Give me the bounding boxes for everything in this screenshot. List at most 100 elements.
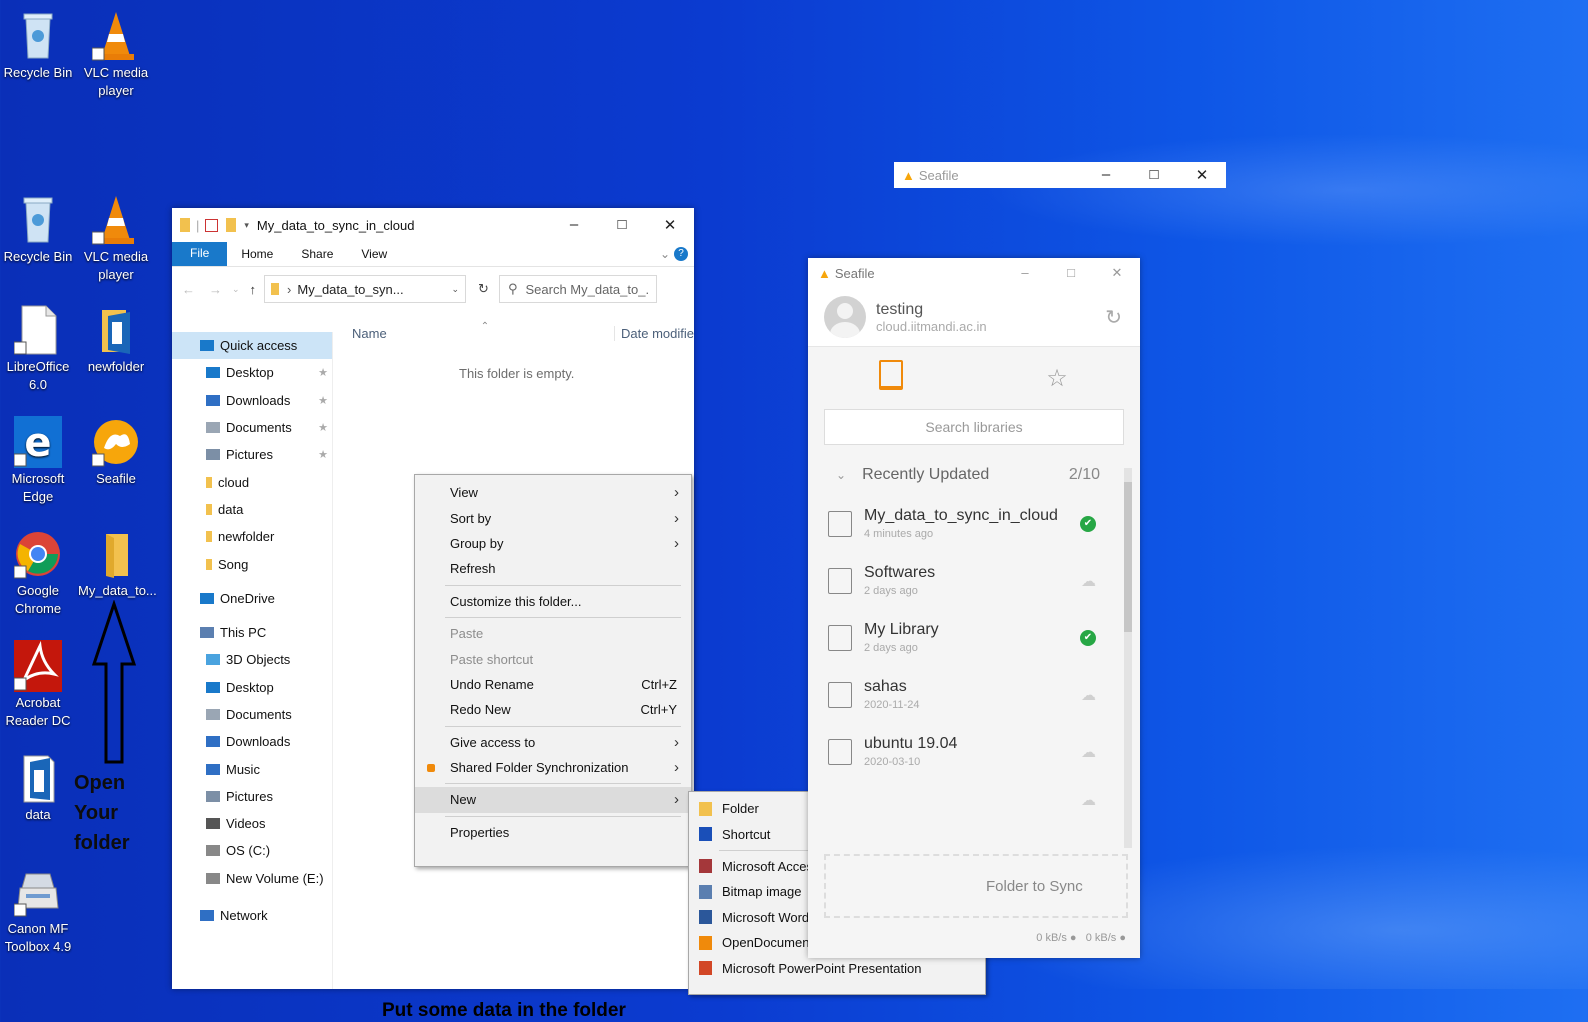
nav-item[interactable]: Downloads ★ <box>172 387 332 414</box>
nav-item[interactable]: Documents <box>172 701 332 728</box>
nav-item[interactable]: OneDrive <box>172 585 332 612</box>
seafile-window[interactable]: ▲ Seafile – □ ✕ testing cloud.iitmandi.a… <box>808 258 1140 958</box>
library-item[interactable]: My_data_to_sync_in_cloud 4 minutes ago ✔ <box>808 495 1140 552</box>
desktop-icon-vlc-2[interactable]: VLC media player <box>78 194 154 284</box>
scrollbar-thumb[interactable] <box>1124 482 1132 632</box>
tab-home[interactable]: Home <box>227 247 287 261</box>
close-button[interactable]: ✕ <box>1094 265 1140 281</box>
maximize-button[interactable]: □ <box>1048 265 1094 281</box>
up-icon[interactable]: ↑ <box>250 282 257 297</box>
pin-icon[interactable]: ★ <box>318 448 328 461</box>
tab-view[interactable]: View <box>347 247 401 261</box>
menu-item[interactable]: Sort by › <box>415 505 691 530</box>
nav-item[interactable]: Quick access <box>172 332 332 360</box>
cloud-icon[interactable]: ☁ <box>1081 743 1096 761</box>
menu-item[interactable]: Group by › <box>415 531 691 556</box>
menu-item[interactable]: New › <box>415 787 691 813</box>
desktop-icon-chrome[interactable]: Google Chrome <box>0 528 76 618</box>
maximize-button[interactable]: □ <box>1130 166 1178 184</box>
help-icon[interactable]: ? <box>674 247 688 261</box>
column-date-modified[interactable]: Date modifie <box>614 325 694 341</box>
expand-ribbon-icon[interactable]: ⌄ <box>656 247 674 261</box>
nav-item[interactable]: Downloads <box>172 728 332 755</box>
nav-item[interactable]: This PC <box>172 619 332 646</box>
nav-item[interactable]: 3D Objects <box>172 646 332 673</box>
nav-item[interactable]: Music <box>172 755 332 782</box>
sync-refresh-icon[interactable]: ↻ <box>1105 305 1122 330</box>
desktop-icon-vlc[interactable]: VLC media player <box>78 10 154 100</box>
pin-icon[interactable]: ★ <box>318 394 328 407</box>
cloud-icon[interactable]: ☁ <box>1081 686 1096 704</box>
quick-access-toolbar-dropdown[interactable]: ▾ <box>244 220 249 231</box>
submenu-item[interactable]: Microsoft PowerPoint Presentation <box>689 955 985 980</box>
tab-share[interactable]: Share <box>287 247 347 261</box>
tab-file[interactable]: File <box>172 242 228 266</box>
menu-item[interactable]: Properties <box>415 820 691 845</box>
minimize-button[interactable]: – <box>1082 166 1130 184</box>
nav-item[interactable]: Desktop <box>172 674 332 701</box>
cloud-icon[interactable]: ☁ <box>1081 572 1096 590</box>
account-panel[interactable]: testing cloud.iitmandi.ac.in ↻ <box>808 288 1140 347</box>
maximize-button[interactable]: □ <box>598 216 646 234</box>
synced-cloud-icon[interactable]: ✔ <box>1080 629 1096 646</box>
library-item[interactable]: sahas 2020-11-24 ☁ <box>808 666 1140 723</box>
nav-item[interactable]: Song <box>172 550 332 577</box>
menu-item[interactable]: Undo Rename Ctrl+Z <box>415 672 691 697</box>
desktop-icon-my-data-folder[interactable]: My_data_to... <box>78 528 157 600</box>
address-field[interactable]: › My_data_to_syn... ⌄ <box>264 275 467 303</box>
desktop-icon-recycle-bin-2[interactable]: Recycle Bin <box>0 194 76 266</box>
menu-item[interactable]: View › <box>415 480 691 505</box>
title-bar[interactable]: | ▾ My_data_to_sync_in_cloud – □ ✕ <box>172 208 694 242</box>
column-name[interactable]: Name <box>352 326 387 341</box>
tab-libraries[interactable] <box>808 359 974 397</box>
scrollbar[interactable] <box>1124 468 1132 848</box>
checkbox-icon[interactable] <box>205 218 219 232</box>
library-item[interactable]: ubuntu 19.04 2020-03-10 ☁ <box>808 723 1140 780</box>
desktop-icon-acrobat[interactable]: Acrobat Reader DC <box>0 640 76 730</box>
nav-item[interactable]: Pictures <box>172 783 332 810</box>
nav-item[interactable]: Network <box>172 902 332 929</box>
close-button[interactable]: ✕ <box>1178 166 1226 184</box>
forward-icon[interactable]: → <box>209 282 222 297</box>
back-icon[interactable]: ← <box>182 282 195 297</box>
nav-item[interactable]: data <box>172 496 332 523</box>
desktop-icon-newfolder[interactable]: newfolder <box>78 304 154 376</box>
nav-item[interactable]: Videos <box>172 810 332 837</box>
recently-updated-header[interactable]: ⌄ Recently Updated 2/10 <box>808 455 1140 495</box>
title-bar[interactable]: ▲ Seafile – □ ✕ <box>808 258 1140 288</box>
nav-item[interactable]: Documents ★ <box>172 414 332 441</box>
desktop-icon-data[interactable]: data <box>0 752 76 824</box>
nav-item[interactable]: New Volume (E:) <box>172 865 332 892</box>
desktop-icon-libreoffice[interactable]: LibreOffice 6.0 <box>0 304 76 394</box>
minimize-button[interactable]: – <box>1002 265 1048 281</box>
chevron-down-icon[interactable]: ⌄ <box>452 284 460 295</box>
nav-item[interactable]: Pictures ★ <box>172 441 332 468</box>
nav-item[interactable]: newfolder <box>172 523 332 550</box>
refresh-icon[interactable]: ↻ <box>478 281 489 297</box>
menu-item[interactable]: Shared Folder Synchronization › <box>415 755 691 780</box>
synced-cloud-icon[interactable]: ✔ <box>1080 515 1096 532</box>
library-item-partial[interactable]: ☁ <box>808 780 1140 820</box>
desktop-icon-recycle-bin[interactable]: Recycle Bin <box>0 10 76 82</box>
folder-drop-zone[interactable]: Folder to Sync <box>824 854 1128 918</box>
menu-item[interactable]: Redo New Ctrl+Y <box>415 697 691 722</box>
nav-item[interactable]: cloud <box>172 468 332 495</box>
close-button[interactable]: ✕ <box>646 216 694 234</box>
pin-icon[interactable]: ★ <box>318 421 328 434</box>
nav-item[interactable]: Desktop ★ <box>172 359 332 386</box>
minimize-button[interactable]: – <box>550 216 598 234</box>
desktop-icon-edge[interactable]: e Microsoft Edge <box>0 416 76 506</box>
desktop-icon-canon[interactable]: Canon MF Toolbox 4.9 <box>0 866 76 956</box>
library-item[interactable]: Softwares 2 days ago ☁ <box>808 552 1140 609</box>
search-libraries-input[interactable]: Search libraries <box>824 409 1124 445</box>
recent-locations-icon[interactable]: ⌄ <box>232 284 240 295</box>
tab-starred[interactable]: ☆ <box>974 364 1140 393</box>
menu-item[interactable]: Refresh <box>415 556 691 581</box>
library-item[interactable]: My Library 2 days ago ✔ <box>808 609 1140 666</box>
search-input[interactable]: ⚲ Search My_data_to_... <box>498 275 657 303</box>
pin-icon[interactable]: ★ <box>318 366 328 379</box>
desktop-icon-seafile[interactable]: Seafile <box>78 416 154 488</box>
seafile-window-background[interactable]: ▲ Seafile – □ ✕ <box>894 162 1226 188</box>
nav-item[interactable]: OS (C:) <box>172 837 332 864</box>
menu-item[interactable]: Customize this folder... <box>415 589 691 614</box>
